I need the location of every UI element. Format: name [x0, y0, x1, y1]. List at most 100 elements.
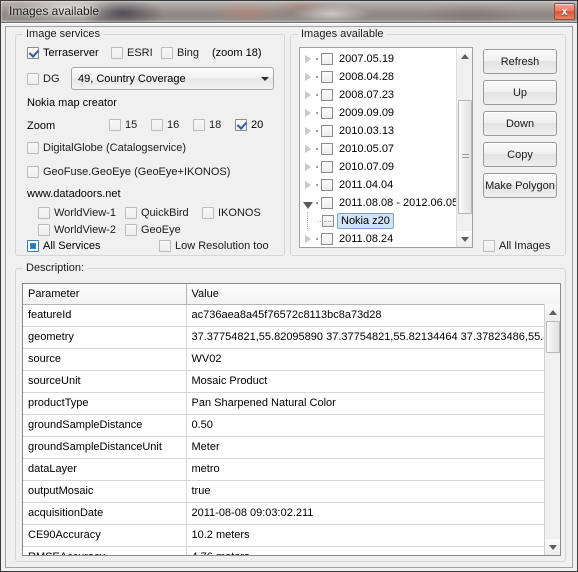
- description-vertical-scrollbar[interactable]: [544, 304, 560, 555]
- tree-item-checkbox[interactable]: [321, 197, 333, 209]
- description-table[interactable]: Parameter Value featureId ac736aea8a45f76…: [22, 283, 561, 556]
- table-row[interactable]: sourceUnit Mosaic Product: [23, 370, 560, 393]
- tree-expand-icon[interactable]: [300, 176, 316, 194]
- checkbox-box: [235, 119, 247, 131]
- tree-item[interactable]: 2008.04.28: [300, 68, 456, 86]
- scroll-up-icon[interactable]: [457, 48, 472, 64]
- tree-item-checkbox[interactable]: [321, 161, 333, 173]
- scroll-down-icon[interactable]: [457, 231, 472, 247]
- table-row[interactable]: groundSampleDistanceUnit Meter: [23, 436, 560, 459]
- checkbox-zoom-15[interactable]: 15: [109, 119, 137, 131]
- tree-item-label: 2010.05.07: [339, 143, 395, 155]
- checkbox-label: QuickBird: [141, 207, 189, 219]
- tree-item[interactable]: 2010.03.13: [300, 122, 456, 140]
- tree-item[interactable]: 2011.08.08 - 2012.06.05: [300, 194, 458, 212]
- checkbox-ikonos[interactable]: IKONOS: [202, 207, 261, 219]
- tree-child-item[interactable]: Nokia z20: [300, 212, 456, 230]
- images-tree[interactable]: 2007.05.19 2008.04.28 2008.07.23 2009.09.09…: [299, 47, 473, 248]
- tree-collapse-icon[interactable]: [300, 194, 316, 212]
- cell-value: Mosaic Product: [186, 370, 560, 393]
- checkbox-worldview-2[interactable]: WorldView-2: [38, 224, 116, 236]
- checkbox-bing[interactable]: Bing: [161, 47, 199, 59]
- cell-parameter: acquisitionDate: [23, 502, 187, 525]
- up-button[interactable]: Up: [483, 80, 557, 105]
- checkbox-terraserver[interactable]: Terraserver: [27, 47, 99, 59]
- coverage-combobox[interactable]: 49, Country Coverage: [71, 67, 274, 90]
- table-row[interactable]: outputMosaic true: [23, 480, 560, 503]
- table-row[interactable]: CE90Accuracy 10.2 meters: [23, 524, 560, 547]
- table-row[interactable]: acquisitionDate 2011-08-08 09:03:02.211: [23, 502, 560, 525]
- tree-expand-icon[interactable]: [300, 104, 316, 122]
- tree-item-checkbox[interactable]: [321, 107, 333, 119]
- coverage-combobox-value: 49, Country Coverage: [78, 72, 186, 85]
- checkbox-zoom-16[interactable]: 16: [151, 119, 179, 131]
- tree-item[interactable]: 2010.05.07: [300, 140, 456, 158]
- close-button[interactable]: x: [554, 3, 575, 20]
- tree-item[interactable]: 2007.05.19: [300, 50, 456, 68]
- table-row[interactable]: source WV02: [23, 348, 560, 371]
- checkbox-label: WorldView-1: [54, 207, 116, 219]
- tree-expand-icon[interactable]: [300, 158, 316, 176]
- table-row[interactable]: geometry 37.37754821,55.82095890 37.37754…: [23, 326, 560, 349]
- tree-item[interactable]: 2011.08.24: [300, 230, 456, 247]
- column-header-parameter[interactable]: Parameter: [23, 284, 187, 305]
- checkbox-esri[interactable]: ESRI: [111, 47, 153, 59]
- down-button[interactable]: Down: [483, 111, 557, 136]
- description-scrollbar-thumb[interactable]: [546, 321, 560, 353]
- tree-item-checkbox[interactable]: [321, 71, 333, 83]
- checkbox-zoom-20[interactable]: 20: [235, 119, 263, 131]
- cell-parameter: productType: [23, 392, 187, 415]
- scroll-down-icon[interactable]: [545, 539, 560, 555]
- refresh-button[interactable]: Refresh: [483, 49, 557, 74]
- table-row[interactable]: productType Pan Sharpened Natural Color: [23, 392, 560, 415]
- tree-scrollbar-thumb[interactable]: [458, 100, 472, 214]
- tree-expand-icon[interactable]: [300, 50, 316, 68]
- tree-expand-icon[interactable]: [300, 122, 316, 140]
- tree-expand-icon[interactable]: [300, 86, 316, 104]
- chevron-down-icon[interactable]: [256, 68, 273, 89]
- checkbox-geofuse-geoeye[interactable]: GeoFuse.GeoEye (GeoEye+IKONOS): [27, 166, 230, 178]
- tree-item[interactable]: 2011.04.04: [300, 176, 456, 194]
- zoom-note: (zoom 18): [212, 47, 262, 59]
- tree-expand-icon[interactable]: [300, 140, 316, 158]
- checkbox-worldview-1[interactable]: WorldView-1: [38, 207, 116, 219]
- tree-item-checkbox[interactable]: [321, 143, 333, 155]
- tree-expand-icon[interactable]: [300, 68, 316, 86]
- checkbox-label: WorldView-2: [54, 224, 116, 236]
- make-polygon-button[interactable]: Make Polygon: [483, 173, 557, 198]
- checkbox-label: Terraserver: [43, 47, 99, 59]
- cell-parameter: outputMosaic: [23, 480, 187, 503]
- column-header-value[interactable]: Value: [186, 284, 560, 305]
- scroll-up-icon[interactable]: [545, 304, 560, 320]
- checkbox-label: Low Resolution too: [175, 240, 269, 252]
- copy-button[interactable]: Copy: [483, 142, 557, 167]
- tree-item[interactable]: 2008.07.23: [300, 86, 456, 104]
- table-row[interactable]: dataLayer metro: [23, 458, 560, 481]
- checkbox-quickbird[interactable]: QuickBird: [125, 207, 189, 219]
- table-row[interactable]: RMSEAccuracy4.76 meters: [23, 546, 560, 555]
- checkbox-all-services[interactable]: All Services: [27, 240, 100, 252]
- checkbox-low-resolution[interactable]: Low Resolution too: [159, 240, 269, 252]
- tree-item-checkbox[interactable]: [321, 89, 333, 101]
- tree-expand-icon[interactable]: [300, 230, 316, 247]
- checkbox-geoeye[interactable]: GeoEye: [125, 224, 181, 236]
- table-row[interactable]: groundSampleDistance 0.50: [23, 414, 560, 437]
- tree-item[interactable]: 2010.07.09: [300, 158, 456, 176]
- table-row[interactable]: featureId ac736aea8a45f76572c8113bc8a73d2…: [23, 304, 560, 327]
- tree-item-checkbox[interactable]: [321, 179, 333, 191]
- checkbox-label: 20: [251, 119, 264, 131]
- checkbox-digitalglobe[interactable]: DigitalGlobe (Catalogservice): [27, 142, 186, 154]
- checkbox-label: DigitalGlobe (Catalogservice): [43, 142, 187, 154]
- tree-item-checkbox[interactable]: [321, 53, 333, 65]
- window-titlebar[interactable]: Images available x: [1, 1, 577, 23]
- checkbox-zoom-18[interactable]: 18: [193, 119, 221, 131]
- tree-vertical-scrollbar[interactable]: [456, 48, 472, 247]
- checkbox-box: [27, 73, 39, 85]
- tree-item-checkbox[interactable]: [321, 233, 333, 245]
- checkbox-dg[interactable]: DG: [27, 73, 60, 85]
- checkbox-all-images[interactable]: All Images: [483, 240, 550, 252]
- tree-item[interactable]: 2009.09.09: [300, 104, 456, 122]
- cell-parameter: dataLayer: [23, 458, 187, 481]
- tree-item-checkbox[interactable]: [321, 125, 333, 137]
- checkbox-box: [161, 47, 173, 59]
